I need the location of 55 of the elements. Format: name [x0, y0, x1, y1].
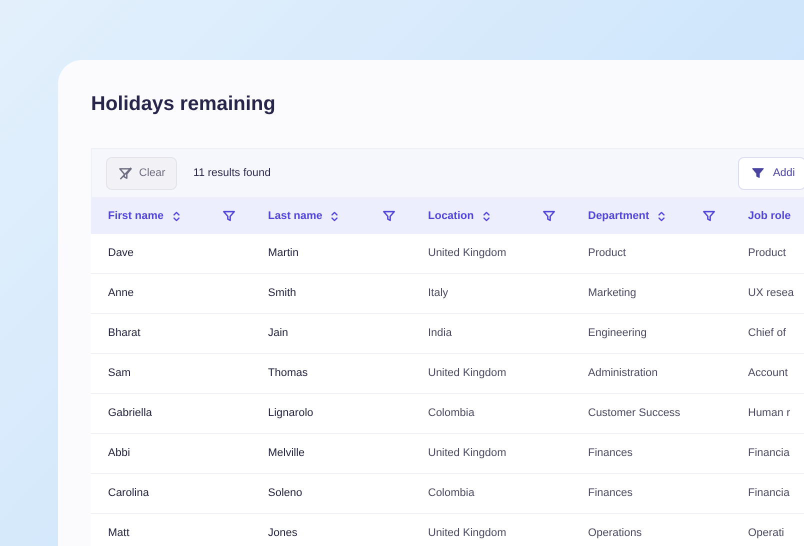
table-cell-text: United Kingdom — [428, 366, 506, 382]
table-cell-text: Smith — [268, 286, 296, 302]
table-cell-text: Melville — [268, 446, 305, 462]
page-title: Holidays remaining — [91, 92, 276, 116]
table-cell-text: Abbi — [108, 446, 130, 462]
table-cell-text: United Kingdom — [428, 246, 506, 262]
table-cell-text: India — [428, 326, 452, 342]
table-cell-text: Customer Success — [588, 406, 680, 422]
column-header[interactable]: Location — [411, 198, 571, 234]
results-count: 11 results found — [193, 166, 271, 181]
table-cell-text: Product — [588, 246, 626, 262]
table-cell-text: United Kingdom — [428, 526, 506, 542]
table-cell-text: Matt — [108, 526, 130, 542]
table-cell-text: UX resea — [748, 286, 794, 302]
column-header[interactable]: Job role — [731, 198, 804, 234]
clear-filters-button[interactable]: Clear — [106, 156, 178, 190]
table-cell-text: United Kingdom — [428, 446, 506, 462]
table-cell-text: Financia — [748, 446, 790, 462]
table-cell-text: Finances — [588, 446, 633, 462]
table-cell-text: Marketing — [588, 286, 636, 302]
table-cell-text: Carolina — [108, 486, 149, 502]
column-header[interactable]: Last name — [251, 198, 411, 234]
column-header[interactable]: First name — [91, 198, 251, 234]
table-cell-text: Sam — [108, 366, 131, 382]
table-cell-text: Account — [748, 366, 788, 382]
table-cell-text: Martin — [268, 246, 299, 262]
table-cell-text: Colombia — [428, 486, 474, 502]
table-cell-text: Chief of — [748, 326, 786, 342]
table-cell-text: Jain — [268, 326, 288, 342]
add-filter-button[interactable]: Addi — [738, 156, 804, 190]
table-cell-text: Human r — [748, 406, 790, 422]
filter-icon[interactable] — [382, 209, 396, 223]
table-cell-text: Thomas — [268, 366, 308, 382]
table-cell-text: Administration — [588, 366, 658, 382]
filter-icon[interactable] — [222, 209, 236, 223]
table-cell-text: Colombia — [428, 406, 474, 422]
table-cell-text: Bharat — [108, 326, 140, 342]
table-cell-text: Italy — [428, 286, 448, 302]
table-cell-text: Product — [748, 246, 786, 262]
table-cell-text: Operations — [588, 526, 642, 542]
table-cell-text: Dave — [108, 246, 134, 262]
filter-icon — [750, 166, 765, 180]
table-cell-text: Anne — [108, 286, 134, 302]
table-cell-text: Financia — [748, 486, 790, 502]
table-cell-text: Engineering — [588, 326, 647, 342]
table-cell-text: Soleno — [268, 486, 302, 502]
column-header[interactable]: Department — [571, 198, 731, 234]
table-cell-text: Gabriella — [108, 406, 152, 422]
filter-off-icon — [118, 166, 133, 180]
table-cell-text: Operati — [748, 526, 784, 542]
table-cell-text: Jones — [268, 526, 298, 542]
table-cell-text: Lignarolo — [268, 406, 314, 422]
filter-icon[interactable] — [542, 209, 556, 223]
filter-icon[interactable] — [702, 209, 716, 223]
table-cell-text: Finances — [588, 486, 633, 502]
